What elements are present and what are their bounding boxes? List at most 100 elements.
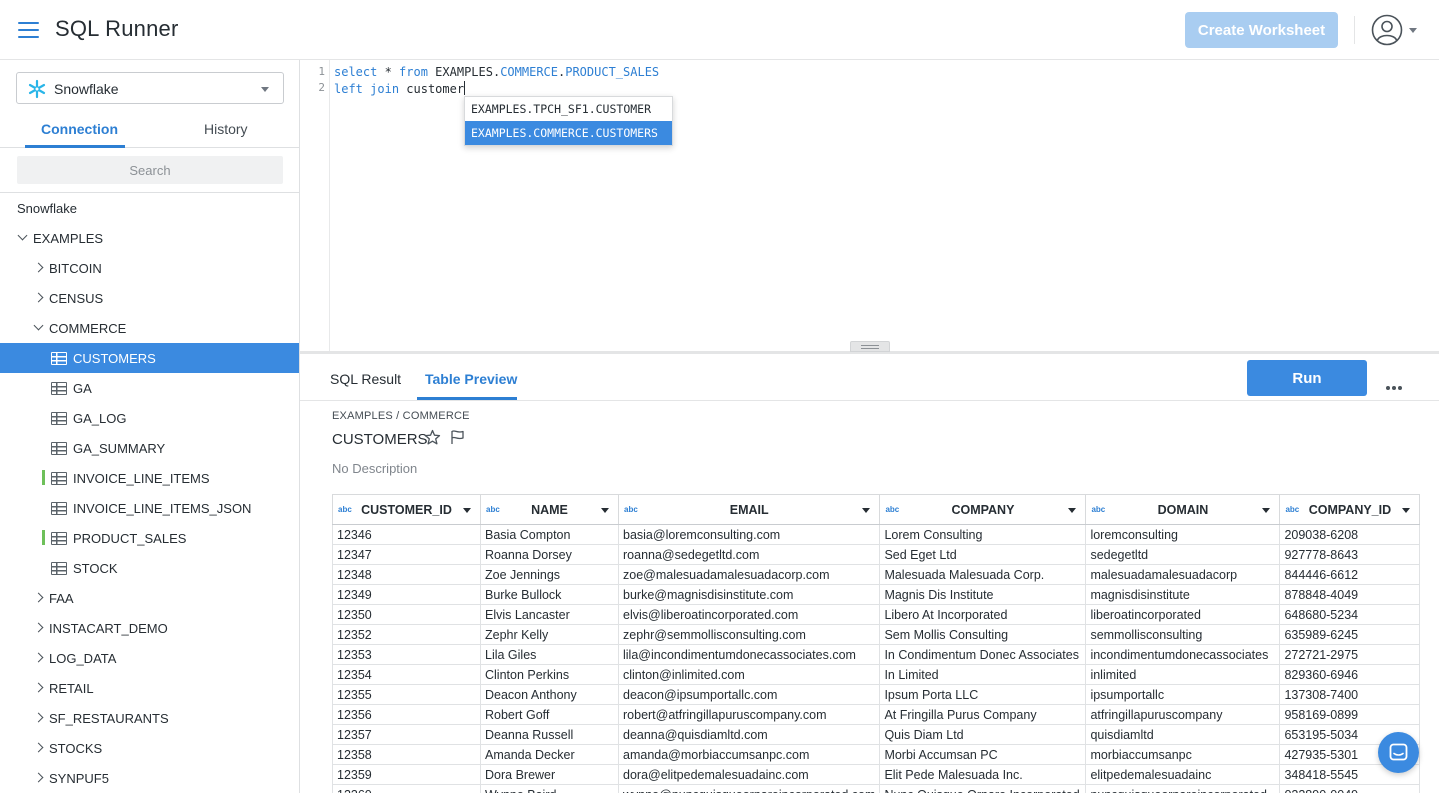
search-input[interactable]: [17, 156, 283, 184]
star-icon[interactable]: [424, 429, 441, 446]
table-row: 12360Wynne Bairdwynne@nuncquisqueornarei…: [332, 784, 1421, 793]
table-cell: 12349: [332, 584, 481, 605]
chevron-down-icon[interactable]: [1068, 508, 1077, 513]
table-cell: 12360: [332, 784, 481, 793]
tree-folder-item[interactable]: STOCKS: [0, 733, 299, 763]
chat-icon: [1389, 743, 1408, 761]
tab-table-preview[interactable]: Table Preview: [425, 371, 517, 387]
column-header-label: EMAIL: [729, 502, 769, 517]
chevron-down-icon[interactable]: [601, 508, 609, 513]
column-header[interactable]: abc CUSTOMER_ID: [332, 494, 481, 525]
chevron-down-icon[interactable]: [1409, 28, 1417, 33]
tree-folder-item[interactable]: FAA: [0, 583, 299, 613]
code-line: left join customer: [334, 81, 659, 97]
tree-table-item[interactable]: PRODUCT_SALES: [0, 523, 299, 553]
chevron-down-icon[interactable]: [17, 230, 28, 241]
tab-sql-result[interactable]: SQL Result: [330, 371, 401, 387]
table-cell: dora@elitpedemalesuadainc.com: [617, 764, 881, 785]
table-cell: sedegetltd: [1085, 544, 1281, 565]
table-cell: elitpedemalesuadainc: [1085, 764, 1281, 785]
tree-table-item[interactable]: GA_SUMMARY: [0, 433, 299, 463]
chevron-right-icon[interactable]: [33, 772, 44, 783]
chevron-right-icon[interactable]: [33, 712, 44, 723]
tree-table-item[interactable]: GA_LOG: [0, 403, 299, 433]
tree-folder-item[interactable]: SF_RESTAURANTS: [0, 703, 299, 733]
sidebar-tabs: Connection History: [0, 116, 299, 148]
tree-folder-item[interactable]: INSTACART_DEMO: [0, 613, 299, 643]
chevron-right-icon[interactable]: [33, 592, 44, 603]
tree-table-item[interactable]: GA: [0, 373, 299, 403]
chevron-right-icon[interactable]: [33, 292, 44, 303]
sql-editor[interactable]: 1 2 select * from EXAMPLES.COMMERCE.PROD…: [300, 60, 1439, 352]
tree-table-item[interactable]: INVOICE_LINE_ITEMS_JSON: [0, 493, 299, 523]
run-button[interactable]: Run: [1247, 360, 1367, 396]
results-tabs: SQL Result Table Preview Run: [300, 354, 1439, 401]
column-header[interactable]: abc NAME: [480, 494, 619, 525]
table-cell: Lorem Consulting: [879, 524, 1087, 545]
table-cell: 12350: [332, 604, 481, 625]
tree-folder-item[interactable]: COMMERCE: [0, 313, 299, 343]
table-row: 12347 Roanna Dorsey roanna@sedegetltd.com S…: [332, 544, 1421, 565]
tab-history[interactable]: History: [204, 121, 248, 137]
table-icon: [51, 472, 67, 485]
chevron-right-icon[interactable]: [33, 262, 44, 273]
table-cell: Ipsum Porta LLC: [879, 684, 1087, 705]
table-cell: Amanda Decker: [480, 744, 619, 765]
tree-folder-item[interactable]: RETAIL: [0, 673, 299, 703]
table-row: 12353 Lila Giles lila@incondimentumdonecas…: [332, 644, 1421, 665]
tree-folder-item[interactable]: BITCOIN: [0, 253, 299, 283]
table-cell: Malesuada Malesuada Corp.: [879, 564, 1087, 585]
results-panel: SQL Result Table Preview Run EXAMPLES / …: [300, 354, 1439, 793]
tree-item-label: GA_LOG: [73, 411, 127, 426]
column-header[interactable]: abc COMPANY_ID: [1279, 494, 1421, 525]
user-avatar-icon[interactable]: [1371, 14, 1403, 46]
create-worksheet-button[interactable]: Create Worksheet: [1185, 12, 1338, 48]
table-cell: Clinton Perkins: [480, 664, 619, 685]
chevron-down-icon[interactable]: [463, 508, 471, 513]
table-cell: 635989-6245: [1279, 624, 1421, 645]
chat-button[interactable]: [1378, 732, 1419, 773]
tree-item-label: BITCOIN: [49, 261, 102, 276]
autocomplete-item-selected[interactable]: EXAMPLES.COMMERCE.CUSTOMERS: [465, 121, 672, 145]
tree-folder-item[interactable]: Snowflake: [0, 193, 299, 223]
app-title: SQL Runner: [55, 16, 179, 41]
table-cell: Nunc Quisque Ornare Incorporated: [879, 784, 1087, 793]
more-options-icon[interactable]: [1386, 377, 1404, 390]
code-area[interactable]: select * from EXAMPLES.COMMERCE.PRODUCT_…: [334, 65, 659, 97]
tree-folder-item[interactable]: CENSUS: [0, 283, 299, 313]
tree-table-item[interactable]: STOCK: [0, 553, 299, 583]
tree-folder-item[interactable]: SYNPUF5: [0, 763, 299, 793]
chevron-down-icon[interactable]: [1402, 508, 1411, 513]
tree-table-item[interactable]: CUSTOMERS: [0, 343, 299, 373]
autocomplete-item[interactable]: EXAMPLES.TPCH_SF1.CUSTOMER: [465, 97, 672, 121]
tab-connection[interactable]: Connection: [41, 121, 118, 137]
connection-select[interactable]: Snowflake: [16, 72, 284, 104]
table-cell: Zoe Jennings: [480, 564, 619, 585]
tree-item-label: FAA: [49, 591, 74, 606]
table-cell: semmollisconsulting: [1085, 624, 1281, 645]
table-cell: burke@magnisdisinstitute.com: [617, 584, 881, 605]
chevron-right-icon[interactable]: [33, 652, 44, 663]
chevron-right-icon[interactable]: [33, 742, 44, 753]
column-header[interactable]: abc COMPANY: [879, 494, 1087, 525]
tree-folder-item[interactable]: EXAMPLES: [0, 223, 299, 253]
search-bar: [0, 148, 299, 193]
flag-icon[interactable]: [449, 429, 465, 445]
chevron-down-icon: [261, 87, 269, 92]
tree-folder-item[interactable]: LOG_DATA: [0, 643, 299, 673]
table-cell: Roanna Dorsey: [480, 544, 619, 565]
chevron-right-icon[interactable]: [33, 682, 44, 693]
menu-icon[interactable]: [18, 22, 39, 38]
code-reference: PRODUCT_SALES: [565, 65, 660, 79]
tree-table-item[interactable]: INVOICE_LINE_ITEMS: [0, 463, 299, 493]
table-cell: Dora Brewer: [480, 764, 619, 785]
column-header[interactable]: abc EMAIL: [617, 494, 881, 525]
chevron-down-icon[interactable]: [1262, 508, 1271, 513]
table-cell: 958169-0899: [1279, 704, 1421, 725]
tree-item-label: STOCK: [73, 561, 118, 576]
chevron-down-icon[interactable]: [33, 320, 44, 331]
drag-handle-icon[interactable]: [850, 341, 890, 352]
column-header[interactable]: abc DOMAIN: [1085, 494, 1281, 525]
chevron-down-icon[interactable]: [862, 508, 871, 513]
chevron-right-icon[interactable]: [33, 622, 44, 633]
